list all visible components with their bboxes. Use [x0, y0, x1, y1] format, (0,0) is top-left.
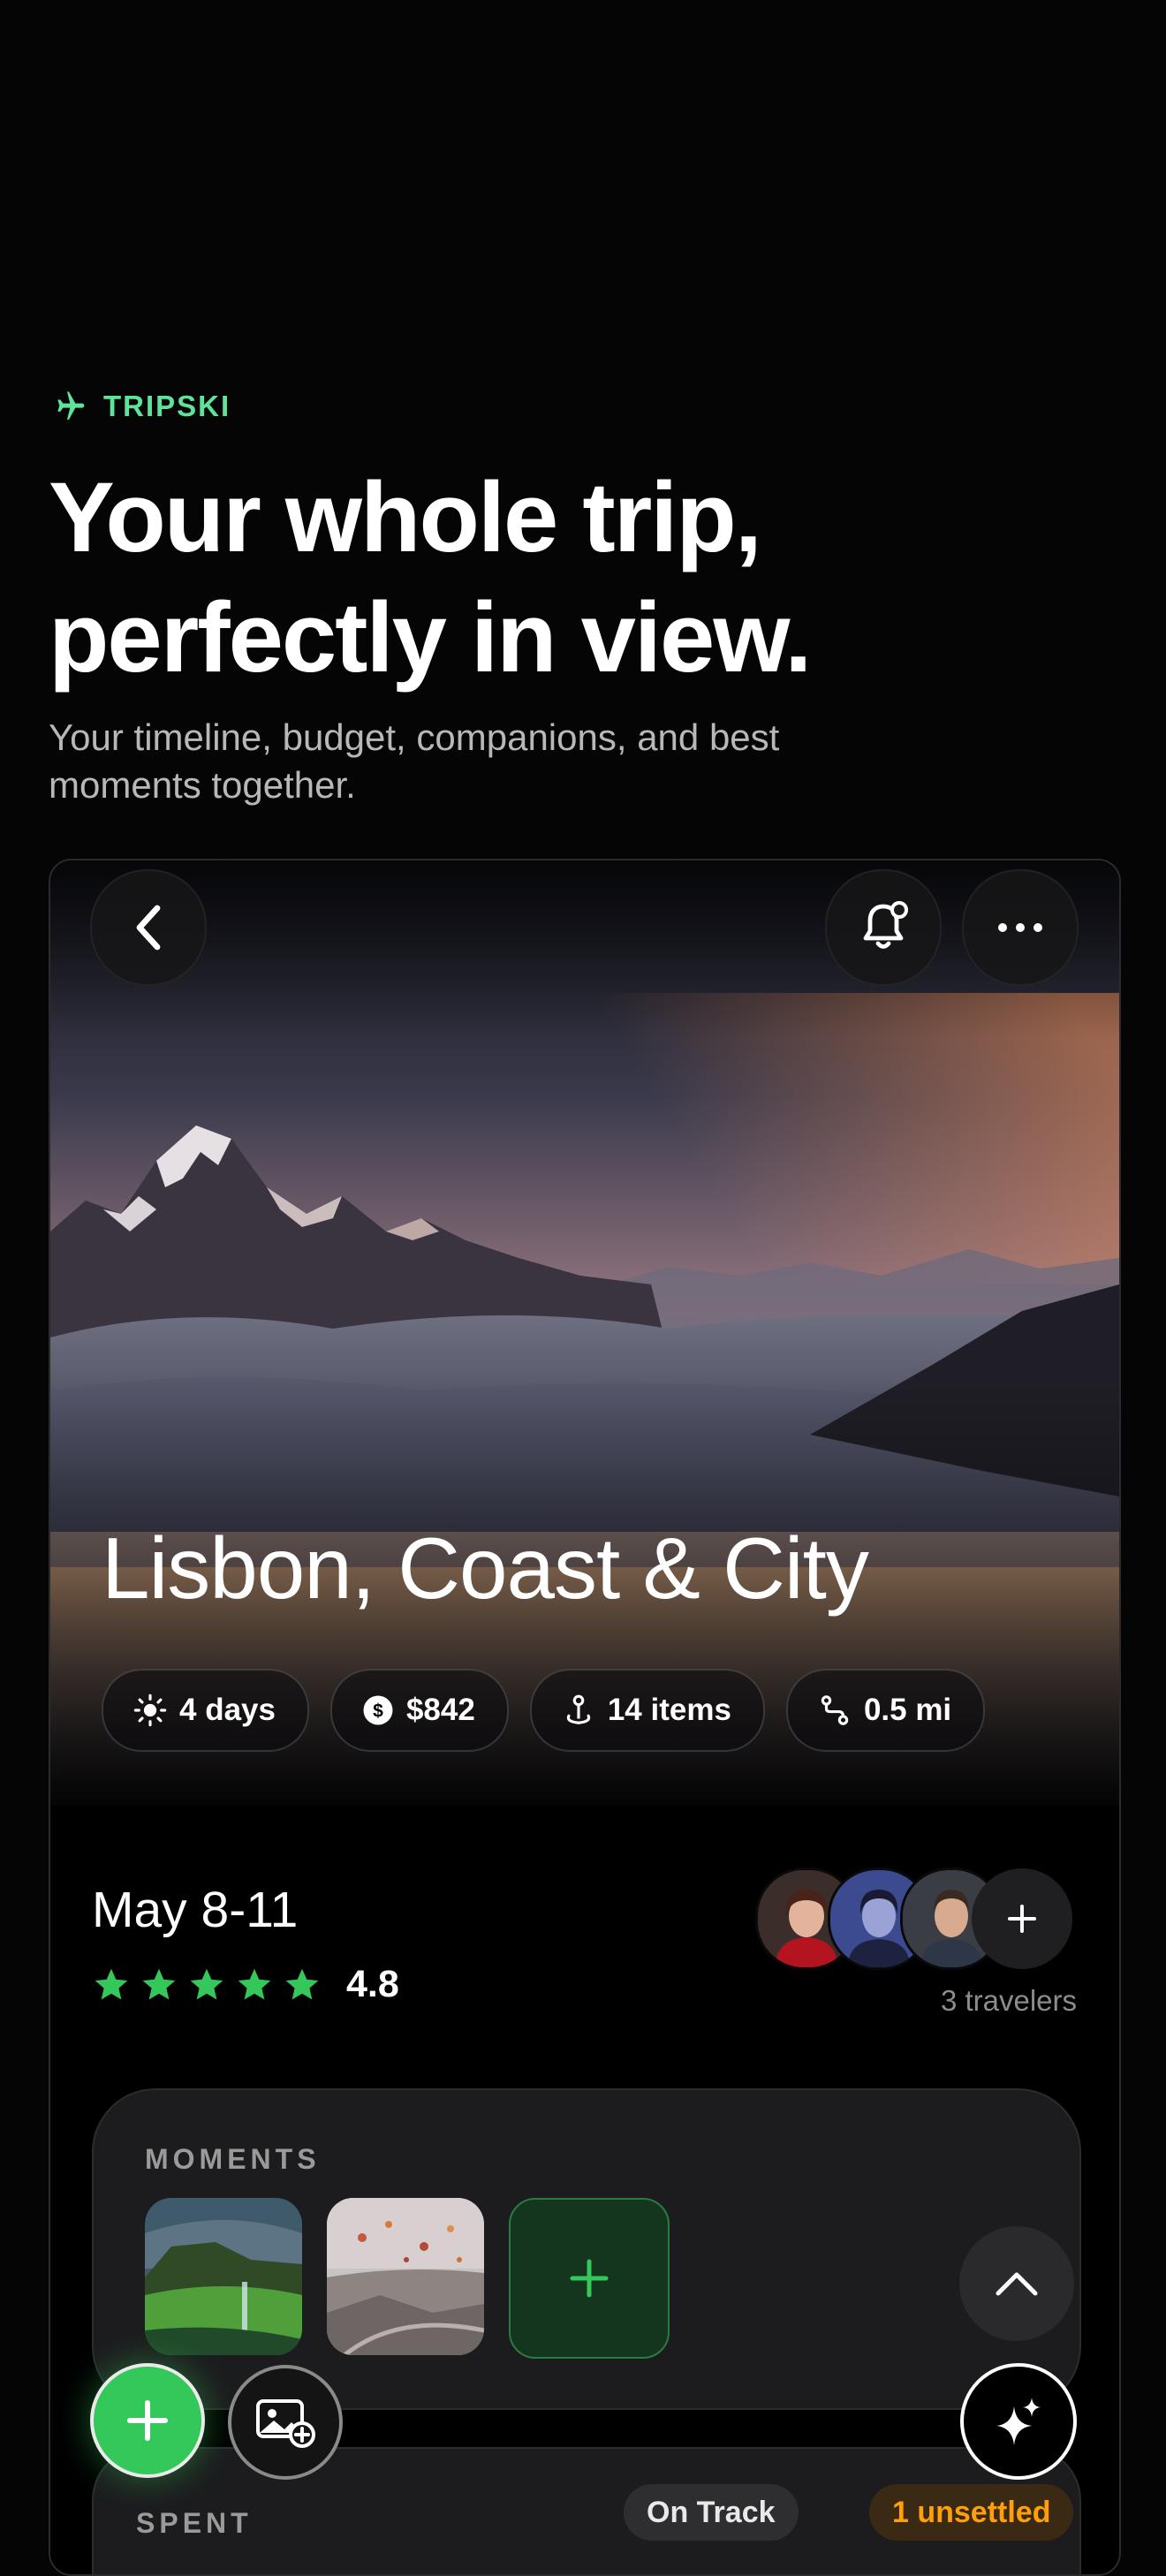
star-icon	[142, 1968, 176, 1999]
add-photo-icon	[256, 2399, 315, 2448]
add-button[interactable]	[90, 2363, 205, 2478]
notifications-button[interactable]	[825, 869, 942, 986]
chip-duration-label: 4 days	[179, 1693, 276, 1727]
moments-card: MOMENTS	[92, 2088, 1081, 2410]
sparkles-icon	[996, 2398, 1041, 2445]
dollar-icon: $	[363, 1695, 393, 1725]
travelers-count: 3 travelers	[940, 1984, 1077, 2017]
trip-title: Lisbon, Coast & City	[102, 1519, 869, 1617]
hero-image	[50, 860, 1119, 1806]
chevron-left-icon	[136, 905, 161, 951]
svg-text:$: $	[373, 1701, 383, 1722]
map-pin-icon	[566, 1694, 591, 1724]
brand: TRIPSKI	[49, 389, 231, 424]
headline-line-1: Your whole trip,	[49, 462, 762, 572]
brand-name: TRIPSKI	[103, 390, 231, 422]
trip-card: Lisbon, Coast & City 4 days $ $842 14 it…	[49, 859, 1121, 2576]
status-badge: On Track	[624, 2484, 799, 2541]
chip-budget-label: $842	[405, 1693, 475, 1727]
star-icon	[238, 1968, 271, 1999]
add-traveler-button[interactable]	[972, 1868, 1072, 1969]
trip-dates: May 8-11	[92, 1882, 299, 1938]
chip-budget: $ $842	[329, 1669, 509, 1752]
subtitle: Your timeline, budget, companions, and b…	[49, 716, 780, 806]
headline-line-2: perfectly in view.	[49, 582, 812, 693]
bell-icon	[863, 901, 908, 949]
unsettled-badge[interactable]: 1 unsettled	[869, 2484, 1074, 2541]
plus-icon	[1008, 1905, 1036, 1933]
moments-label: MOMENTS	[145, 2143, 321, 2175]
spent-label: SPENT	[136, 2507, 253, 2539]
chip-distance: 0.5 mi	[785, 1669, 986, 1752]
sun-icon	[133, 1693, 167, 1727]
chip-distance-label: 0.5 mi	[863, 1693, 952, 1727]
add-photo-button[interactable]	[228, 2365, 343, 2480]
star-icon	[285, 1968, 319, 1999]
airplane-icon	[57, 391, 85, 420]
ai-assistant-button[interactable]	[960, 2363, 1077, 2480]
headline: Your whole trip, perfectly in view.	[49, 458, 1109, 698]
chip-duration: 4 days	[102, 1669, 309, 1752]
back-button[interactable]	[90, 869, 207, 986]
spent-card: SPENT On Track 1 unsettled	[92, 2447, 1081, 2574]
rating-value: 4.8	[346, 1963, 399, 2005]
star-rating: 4.8	[92, 1963, 399, 2006]
add-moment-button[interactable]	[509, 2198, 670, 2359]
trip-stats: 4 days $ $842 14 items 0.5 mi	[102, 1669, 986, 1752]
scroll-to-top-button[interactable]	[959, 2226, 1074, 2341]
star-icon	[95, 1968, 128, 1999]
star-icon	[190, 1968, 223, 1999]
chip-items-label: 14 items	[607, 1693, 731, 1727]
moment-thumbnail[interactable]	[145, 2198, 302, 2355]
chevron-up-icon	[996, 2272, 1038, 2296]
traveler-avatars[interactable]	[755, 1868, 1073, 1972]
more-icon	[998, 923, 1042, 932]
plus-icon	[127, 2400, 168, 2441]
more-button[interactable]	[962, 869, 1079, 986]
route-icon	[821, 1695, 849, 1725]
moment-thumbnail[interactable]	[327, 2198, 484, 2355]
plus-icon	[570, 2259, 609, 2298]
chip-items: 14 items	[529, 1669, 765, 1752]
